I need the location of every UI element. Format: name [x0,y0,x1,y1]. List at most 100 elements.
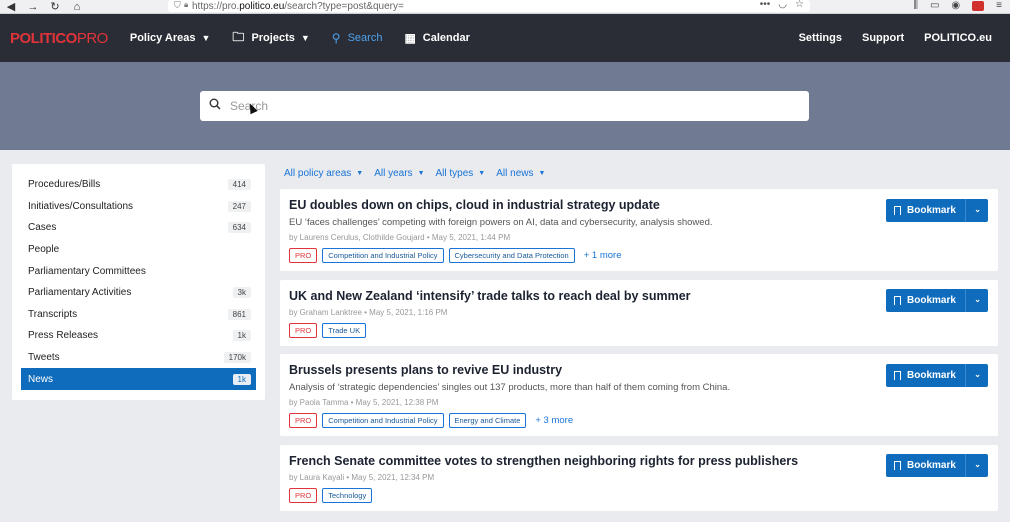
sidebar-item-label: Tweets [28,352,60,364]
nav-politico-eu[interactable]: POLITICO.eu [924,32,992,44]
pocket-icon[interactable]: ◡ [778,0,787,10]
tag-pro: PRO [289,323,318,338]
sidebar-item-news[interactable]: News 1k [21,368,256,390]
logo-suffix: PRO [76,29,109,47]
reload-icon[interactable]: ↻ [44,0,66,13]
result-title[interactable]: UK and New Zealand ‘intensify’ trade tal… [289,289,691,303]
bookmark-button[interactable]: Bookmark ⌄ [886,289,988,312]
back-icon[interactable]: ◀ [0,0,22,13]
folder-icon: 🗀 [232,29,245,44]
bookmark-label: Bookmark [907,460,956,471]
sidebar-item-initiatives-consultations[interactable]: Initiatives/Consultations 247 [12,196,265,218]
result-title[interactable]: French Senate committee votes to strengt… [289,454,798,468]
result-title[interactable]: Brussels presents plans to revive EU ind… [289,363,562,377]
result-byline: by Laura Kayali • May 5, 2021, 12:34 PM [289,473,435,482]
nav-search[interactable]: ⚲ Search [332,31,383,45]
bookmark-button[interactable]: Bookmark ⌄ [886,364,988,387]
sidebar-item-label: Parliamentary Activities [28,287,132,299]
bookmark-label: Bookmark [907,205,956,216]
bookmark-button[interactable]: Bookmark ⌄ [886,199,988,222]
chevron-down-icon: ▼ [478,170,486,177]
nav-settings[interactable]: Settings [799,32,842,44]
bookmark-label: Bookmark [907,295,956,306]
chevron-down-icon: ▼ [538,170,546,177]
sidebar-item-transcripts[interactable]: Transcripts 861 [12,304,265,326]
more-tags-link[interactable]: + 3 more [535,415,573,426]
forward-icon[interactable]: → [22,1,44,13]
chevron-down-icon: ▼ [201,33,211,43]
result-card: UK and New Zealand ‘intensify’ trade tal… [280,280,998,346]
filter-years[interactable]: All years ▼ [374,168,424,179]
result-card: EU doubles down on chips, cloud in indus… [280,189,998,271]
nav-policy-areas[interactable]: Policy Areas ▼ [130,32,211,44]
sidebar-item-cases[interactable]: Cases 634 [12,217,265,239]
politico-pro-logo[interactable]: POLITICOPRO [10,30,108,47]
filter-label: All types [435,168,474,179]
result-card: Brussels presents plans to revive EU ind… [280,354,998,436]
filter-label: All news [496,168,534,179]
sidebar-item-label: People [28,244,60,256]
sidebar-item-procedures-bills[interactable]: Procedures/Bills 414 [12,174,265,196]
more-tags-link[interactable]: + 1 more [584,250,622,261]
chevron-down-icon: ▼ [417,170,425,177]
logo-main: POLITICO [10,29,77,47]
tag[interactable]: Trade UK [322,323,367,338]
tag[interactable]: Competition and Industrial Policy [322,248,444,263]
nav-calendar[interactable]: ▦ Calendar [404,31,469,45]
bookmark-icon [894,461,901,470]
more-dots-icon[interactable]: ••• [760,0,771,10]
nav-projects[interactable]: 🗀 Projects ▼ [232,28,309,49]
nav-projects-label: Projects [251,32,295,44]
result-title[interactable]: EU doubles down on chips, cloud in indus… [289,198,660,212]
result-byline: by Graham Lanktree • May 5, 2021, 1:16 P… [289,308,448,317]
filter-label: All years [374,168,413,179]
count-badge: 247 [227,200,251,212]
result-byline: by Laurens Cerulus, Clothilde Goujard • … [289,233,511,242]
sidebar-item-press-releases[interactable]: Press Releases 1k [12,325,265,347]
tag[interactable]: Competition and Industrial Policy [322,413,444,428]
account-icon[interactable]: ◉ [951,0,960,11]
search-box[interactable] [200,91,809,121]
tag-pro: PRO [289,413,318,428]
result-summary: Analysis of ‘strategic dependencies’ sin… [289,382,731,393]
sidebar-item-label: Parliamentary Committees [28,265,146,277]
result-summary: EU ‘faces challenges’ competing with for… [289,217,713,228]
chevron-down-icon[interactable]: ⌄ [974,370,981,379]
sidebar-item-label: Procedures/Bills [28,179,101,191]
tag[interactable]: Technology [322,488,373,503]
lock-icon: 🔒︎ [184,0,189,9]
chevron-down-icon[interactable]: ⌄ [974,205,981,214]
star-icon[interactable]: ☆ [795,0,804,10]
sidebar-item-parliamentary-activities[interactable]: Parliamentary Activities 3k [12,282,265,304]
browser-toolbar: ◀ → ↻ ⌂ ⛉ 🔒︎ https://pro. politico.eu/sea… [0,0,1010,14]
count-badge: 634 [227,222,251,234]
chevron-down-icon[interactable]: ⌄ [974,295,981,304]
menu-icon[interactable]: ≡ [996,0,1002,11]
extension-icon[interactable] [972,0,985,11]
filter-news[interactable]: All news ▼ [496,168,545,179]
filter-policy-areas[interactable]: All policy areas ▼ [284,168,363,179]
sidebar-item-tweets[interactable]: Tweets 170k [12,347,265,369]
tag-pro: PRO [289,488,318,503]
sidebar-toggle-icon[interactable]: ▭ [930,0,939,11]
address-bar[interactable]: ⛉ 🔒︎ https://pro. politico.eu/search?type… [168,0,810,12]
search-input[interactable] [230,99,790,113]
nav-support[interactable]: Support [862,32,904,44]
result-byline: by Paola Tamma • May 5, 2021, 12:38 PM [289,398,439,407]
count-badge: 861 [227,308,251,320]
library-icon[interactable]: ⫼ [913,0,918,11]
sidebar-item-parliamentary-committees[interactable]: Parliamentary Committees [12,260,265,282]
tag[interactable]: Cybersecurity and Data Protection [448,248,575,263]
shield-icon: ⛉ [174,0,181,10]
chevron-down-icon[interactable]: ⌄ [974,460,981,469]
sidebar-item-people[interactable]: People [12,239,265,261]
sidebar-item-label: Cases [28,222,57,234]
home-icon[interactable]: ⌂ [66,1,88,13]
bookmark-button[interactable]: Bookmark ⌄ [886,454,988,477]
tag[interactable]: Energy and Climate [448,413,527,428]
nav-policy-areas-label: Policy Areas [129,32,196,44]
filter-types[interactable]: All types ▼ [436,168,486,179]
filter-bar: All policy areas ▼ All years ▼ All types ▼ … [284,168,545,179]
count-badge: 170k [223,352,251,364]
bookmark-label: Bookmark [907,370,956,381]
